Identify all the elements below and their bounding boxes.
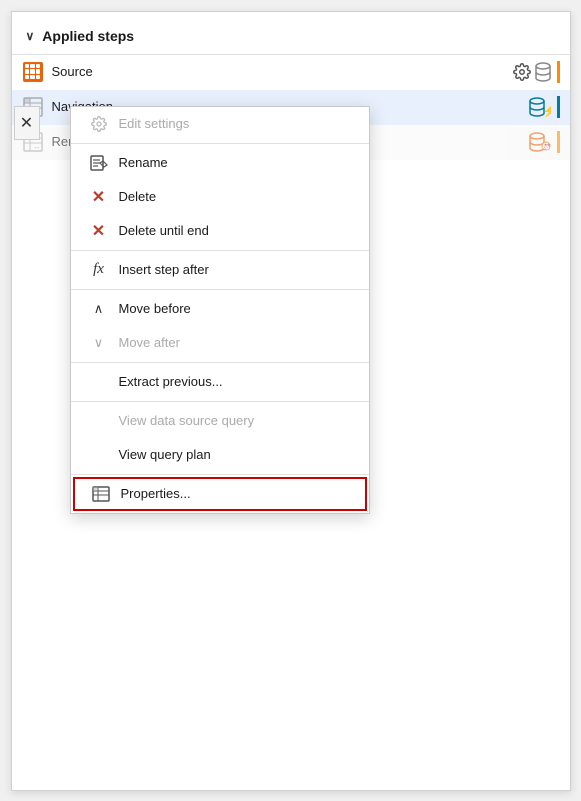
- rename-icon: [87, 155, 111, 171]
- menu-label-extract-previous: Extract previous...: [119, 374, 223, 389]
- menu-item-move-before[interactable]: ∧ Move before: [71, 292, 369, 326]
- source-separator: [557, 61, 560, 83]
- svg-text:⏰: ⏰: [543, 143, 550, 151]
- menu-label-delete: Delete: [119, 189, 157, 204]
- step-actions-navigation: ⚡: [529, 96, 560, 118]
- menu-item-delete[interactable]: ✕ Delete: [71, 180, 369, 214]
- menu-divider-4: [71, 362, 369, 363]
- db-button-source[interactable]: [535, 62, 551, 82]
- menu-label-move-before: Move before: [119, 301, 191, 316]
- source-icon: [22, 61, 44, 83]
- step-row-source[interactable]: Source: [12, 55, 570, 90]
- menu-label-edit-settings: Edit settings: [119, 116, 190, 131]
- section-header: ∨ Applied steps: [12, 24, 570, 54]
- menu-divider-2: [71, 250, 369, 251]
- menu-item-move-after[interactable]: ∨ Move after: [71, 326, 369, 360]
- fx-icon: fx: [87, 261, 111, 278]
- gear-button-source[interactable]: [513, 63, 531, 81]
- svg-text:↔: ↔: [33, 142, 41, 151]
- caret-down-icon: ∨: [87, 335, 111, 351]
- svg-text:⚡: ⚡: [542, 104, 551, 117]
- menu-label-delete-until-end: Delete until end: [119, 223, 209, 238]
- step-actions-source: [513, 61, 560, 83]
- context-menu: Edit settings Rename ✕ Delete ✕: [70, 106, 370, 514]
- chevron-down-icon: ∨: [26, 29, 35, 43]
- db-button-renamed[interactable]: ⏰: [529, 132, 551, 152]
- menu-item-properties[interactable]: Properties...: [73, 477, 367, 511]
- menu-label-rename: Rename: [119, 155, 168, 170]
- properties-grid-icon: [89, 486, 113, 502]
- menu-divider-3: [71, 289, 369, 290]
- gear-icon: [87, 116, 111, 132]
- menu-label-properties: Properties...: [121, 486, 191, 501]
- delete-icon: ✕: [87, 187, 111, 207]
- menu-item-extract-previous[interactable]: Extract previous...: [71, 365, 369, 399]
- menu-item-insert-step-after[interactable]: fx Insert step after: [71, 253, 369, 287]
- menu-label-move-after: Move after: [119, 335, 180, 350]
- close-context-menu-button[interactable]: ✕: [14, 106, 40, 140]
- menu-item-view-data-source-query[interactable]: View data source query: [71, 404, 369, 438]
- menu-divider-1: [71, 143, 369, 144]
- menu-label-view-query-plan: View query plan: [119, 447, 211, 462]
- step-actions-renamed: ⏰: [529, 131, 560, 153]
- menu-item-delete-until-end[interactable]: ✕ Delete until end: [71, 214, 369, 248]
- applied-steps-panel: ∨ Applied steps Source: [11, 11, 571, 791]
- section-title: Applied steps: [42, 28, 134, 44]
- renamed-separator: [557, 131, 560, 153]
- menu-label-view-data-source-query: View data source query: [119, 413, 255, 428]
- caret-up-icon: ∧: [87, 301, 111, 317]
- menu-divider-6: [71, 474, 369, 475]
- menu-item-view-query-plan[interactable]: View query plan: [71, 438, 369, 472]
- menu-label-insert-step-after: Insert step after: [119, 262, 209, 277]
- delete-until-end-icon: ✕: [87, 221, 111, 241]
- db-button-navigation[interactable]: ⚡: [529, 97, 551, 117]
- navigation-separator: [557, 96, 560, 118]
- step-label-source: Source: [52, 64, 513, 79]
- menu-divider-5: [71, 401, 369, 402]
- menu-item-rename[interactable]: Rename: [71, 146, 369, 180]
- menu-item-edit-settings[interactable]: Edit settings: [71, 107, 369, 141]
